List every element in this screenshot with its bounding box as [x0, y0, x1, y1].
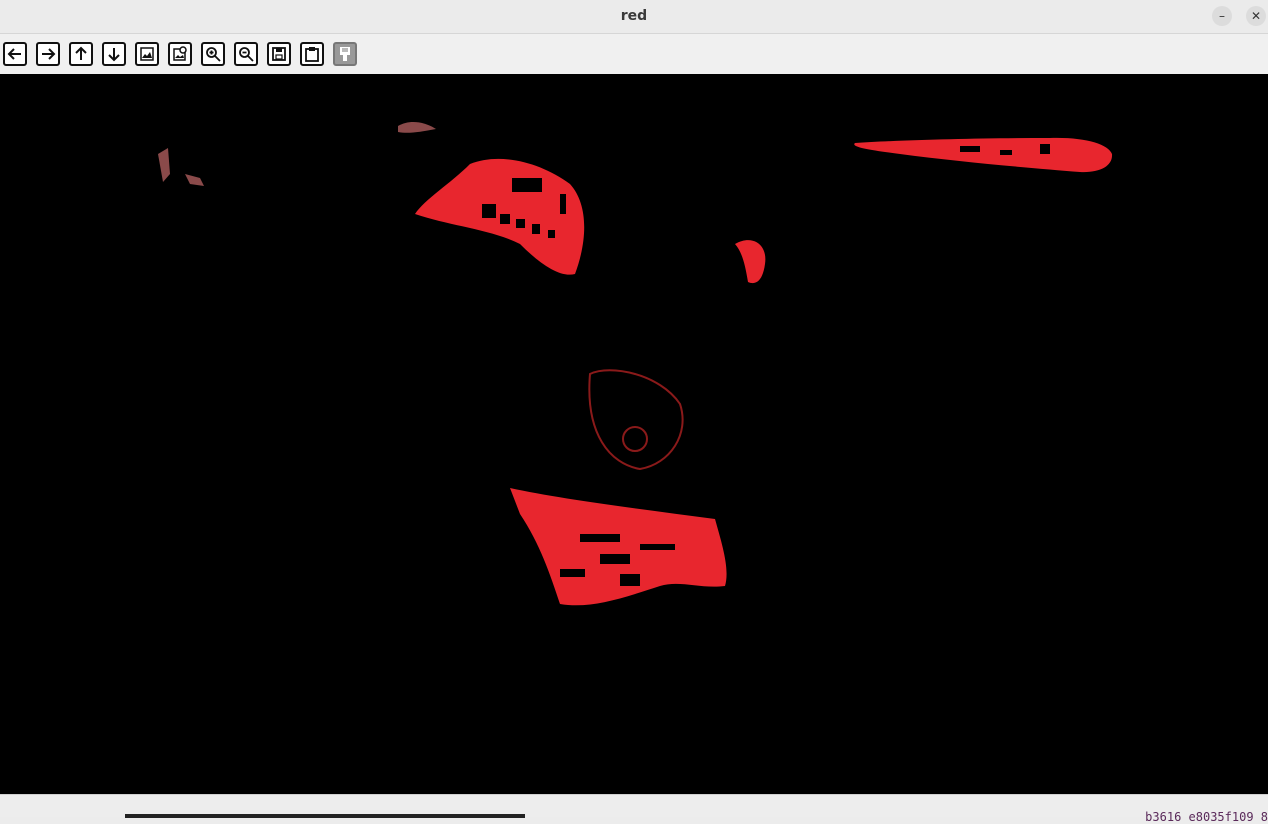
- arrow-left-icon: [7, 48, 21, 60]
- arrow-down-icon: [108, 48, 120, 62]
- minimize-button[interactable]: –: [1212, 6, 1232, 26]
- image-icon: [140, 47, 154, 61]
- paint-brush-icon: [340, 47, 350, 61]
- toolbar: [0, 34, 1268, 74]
- copy-button[interactable]: [300, 42, 324, 66]
- zoom-original-button[interactable]: [168, 42, 192, 66]
- arrow-right-icon: [42, 48, 56, 60]
- arrow-up-icon: [75, 46, 87, 60]
- pan-left-button[interactable]: [3, 42, 27, 66]
- pan-up-button[interactable]: [69, 42, 93, 66]
- displayed-image: [0, 74, 1268, 794]
- status-bar: b3616 e8035f109 8: [0, 794, 1268, 824]
- save-icon: [272, 47, 286, 61]
- scrollbar-strip: [125, 814, 525, 818]
- zoom-out-icon: [239, 47, 254, 62]
- zoom-fit-button[interactable]: [135, 42, 159, 66]
- zoom-out-button[interactable]: [234, 42, 258, 66]
- status-text: b3616 e8035f109 8: [1145, 810, 1268, 824]
- save-button[interactable]: [267, 42, 291, 66]
- title-bar: red – ✕: [0, 0, 1268, 34]
- image-zoom-icon: [173, 46, 187, 61]
- pan-right-button[interactable]: [36, 42, 60, 66]
- zoom-in-icon: [206, 47, 221, 62]
- properties-button[interactable]: [333, 42, 357, 66]
- close-button[interactable]: ✕: [1246, 6, 1266, 26]
- window-title: red: [620, 8, 648, 24]
- pan-down-button[interactable]: [102, 42, 126, 66]
- image-canvas[interactable]: [0, 74, 1268, 794]
- zoom-in-button[interactable]: [201, 42, 225, 66]
- clipboard-icon: [305, 47, 319, 62]
